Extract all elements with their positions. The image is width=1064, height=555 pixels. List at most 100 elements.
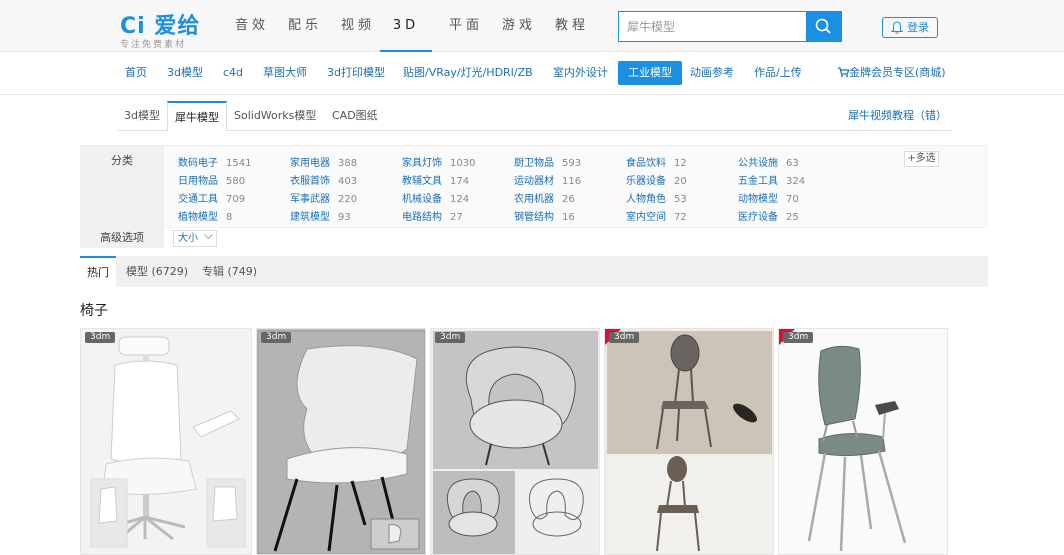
filter-item[interactable]: 日用物品 580 (178, 172, 245, 187)
filter-item[interactable]: 医疗设备 25 (738, 208, 799, 223)
filter-item-name: 农用机器 (514, 194, 554, 205)
search-icon (815, 18, 831, 34)
subtab-3d-models[interactable]: 3d模型 (124, 101, 160, 131)
filter-item[interactable]: 植物模型 8 (178, 208, 232, 223)
multi-select-button[interactable]: +多选 (904, 151, 939, 167)
filter-item[interactable]: 厨卫物品 593 (514, 154, 581, 169)
filter-item[interactable]: 公共设施 63 (738, 154, 799, 169)
nav-music[interactable]: 配乐 (285, 0, 325, 52)
filter-item[interactable]: 数码电子 1541 (178, 154, 251, 169)
catnav-sketchup[interactable]: 草图大师 (263, 61, 307, 85)
filter-item-count: 388 (338, 158, 358, 169)
filter-item-name: 食品饮料 (626, 158, 666, 169)
catnav-3d-print[interactable]: 3d打印模型 (327, 61, 385, 85)
filter-item-name: 五金工具 (738, 176, 778, 187)
filter-item-name: 人物角色 (626, 194, 666, 205)
tab-hot[interactable]: 热门 (80, 256, 116, 287)
filter-item-count: 26 (562, 194, 575, 205)
filter-item-count: 709 (226, 194, 246, 205)
filter-label: 分类 (80, 146, 164, 227)
logo-slogan: 专注免费素材 (120, 40, 187, 50)
filter-item[interactable]: 家具灯饰 1030 (402, 154, 475, 169)
filter-item[interactable]: 钢管结构 16 (514, 208, 575, 223)
search-button[interactable] (806, 12, 841, 41)
filter-item-name: 交通工具 (178, 194, 218, 205)
catnav-animation[interactable]: 动画参考 (690, 61, 734, 85)
subtab-cad[interactable]: CAD图纸 (332, 101, 378, 131)
tab-models[interactable]: 模型 (6729) (126, 256, 188, 287)
filter-item-count: 324 (786, 176, 806, 187)
catnav-home[interactable]: 首页 (125, 61, 147, 85)
filter-item[interactable]: 机械设备 124 (402, 190, 469, 205)
nav-tutorial[interactable]: 教程 (552, 0, 592, 52)
filter-item[interactable]: 食品饮料 12 (626, 154, 687, 169)
format-badge: 3dm (261, 332, 292, 343)
catnav-works[interactable]: 作品/上传 (754, 61, 802, 85)
filter-item[interactable]: 建筑模型 93 (290, 208, 351, 223)
filter-item-name: 衣服首饰 (290, 176, 330, 187)
top-bar: Ci 爱给 专注免费素材 音效 配乐 视频 3D 平面 游戏 教程 登录 (0, 0, 1064, 52)
filter-item[interactable]: 电路结构 27 (402, 208, 463, 223)
filter-item[interactable]: 人物角色 53 (626, 190, 687, 205)
cart-icon (838, 67, 850, 77)
filter-item[interactable]: 五金工具 324 (738, 172, 805, 187)
format-badge: 3dm (435, 332, 466, 343)
catnav-3d-models[interactable]: 3d模型 (167, 61, 203, 85)
filter-item-count: 63 (786, 158, 799, 169)
filter-item[interactable]: 室内空间 72 (626, 208, 687, 223)
nav-game[interactable]: 游戏 (499, 0, 539, 52)
catnav-interior[interactable]: 室内外设计 (553, 61, 608, 85)
model-card[interactable]: 3dm (80, 328, 252, 555)
site-logo[interactable]: Ci 爱给 专注免费素材 (120, 8, 210, 50)
model-card[interactable]: 3dm (778, 328, 948, 555)
subtab-rhino[interactable]: 犀牛模型 (167, 101, 227, 131)
filter-item-count: 16 (562, 212, 575, 223)
subtab-solidworks[interactable]: SolidWorks模型 (234, 101, 316, 131)
filter-item[interactable]: 动物模型 70 (738, 190, 799, 205)
armchair-thumbnail (779, 329, 947, 554)
shell-chair-thumbnail (257, 329, 425, 554)
filter-item-name: 医疗设备 (738, 212, 778, 223)
filter-item[interactable]: 军事武器 220 (290, 190, 357, 205)
nav-video[interactable]: 视频 (338, 0, 378, 52)
login-button[interactable]: 登录 (882, 17, 938, 38)
nav-graphic[interactable]: 平面 (446, 0, 486, 52)
category-filter: 分类 数码电子 1541 家用电器 388 家具灯饰 1030 厨卫物品 593 食品饮料 12 公… (80, 145, 988, 227)
size-select[interactable]: 大小 (173, 230, 217, 247)
filter-item-count: 403 (338, 176, 358, 187)
filter-item[interactable]: 衣服首饰 403 (290, 172, 357, 187)
tub-chair-thumbnail (431, 329, 599, 554)
catnav-c4d[interactable]: c4d (223, 61, 243, 85)
result-tabs: 热门 模型 (6729) 专辑 (749) (80, 256, 988, 287)
search-input[interactable] (619, 12, 807, 41)
nav-3d[interactable]: 3D (380, 0, 432, 52)
filter-item-name: 家具灯饰 (402, 158, 442, 169)
filter-item[interactable]: 教辅文具 174 (402, 172, 469, 187)
filter-item-name: 机械设备 (402, 194, 442, 205)
model-card[interactable]: 3dm (430, 328, 600, 555)
filter-item-count: 220 (338, 194, 358, 205)
filter-item-count: 27 (450, 212, 463, 223)
nav-sound[interactable]: 音效 (232, 0, 272, 52)
tab-albums[interactable]: 专辑 (749) (202, 256, 257, 287)
filter-item-count: 70 (786, 194, 799, 205)
filter-item[interactable]: 农用机器 26 (514, 190, 575, 205)
catnav-textures[interactable]: 贴图/VRay/灯光/HDRI/ZB (403, 61, 533, 85)
filter-item-name: 公共设施 (738, 158, 778, 169)
model-card[interactable]: 3dm (604, 328, 774, 555)
filter-item[interactable]: 家用电器 388 (290, 154, 357, 169)
filter-item-name: 运动器材 (514, 176, 554, 187)
filter-item[interactable]: 交通工具 709 (178, 190, 245, 205)
filter-item-name: 军事武器 (290, 194, 330, 205)
catnav-vip[interactable]: 金牌会员专区(商城) (838, 61, 946, 85)
model-card[interactable]: 3dm (256, 328, 426, 555)
bell-icon (891, 21, 903, 34)
filter-item-name: 日用物品 (178, 176, 218, 187)
filter-item-count: 53 (674, 194, 687, 205)
catnav-industrial[interactable]: 工业模型 (618, 61, 682, 85)
filter-item[interactable]: 运动器材 116 (514, 172, 581, 187)
filter-item[interactable]: 乐器设备 20 (626, 172, 687, 187)
rhino-tutorial-link[interactable]: 犀牛视频教程（错） (848, 101, 947, 131)
filter-item-name: 建筑模型 (290, 212, 330, 223)
filter-item-count: 12 (674, 158, 687, 169)
